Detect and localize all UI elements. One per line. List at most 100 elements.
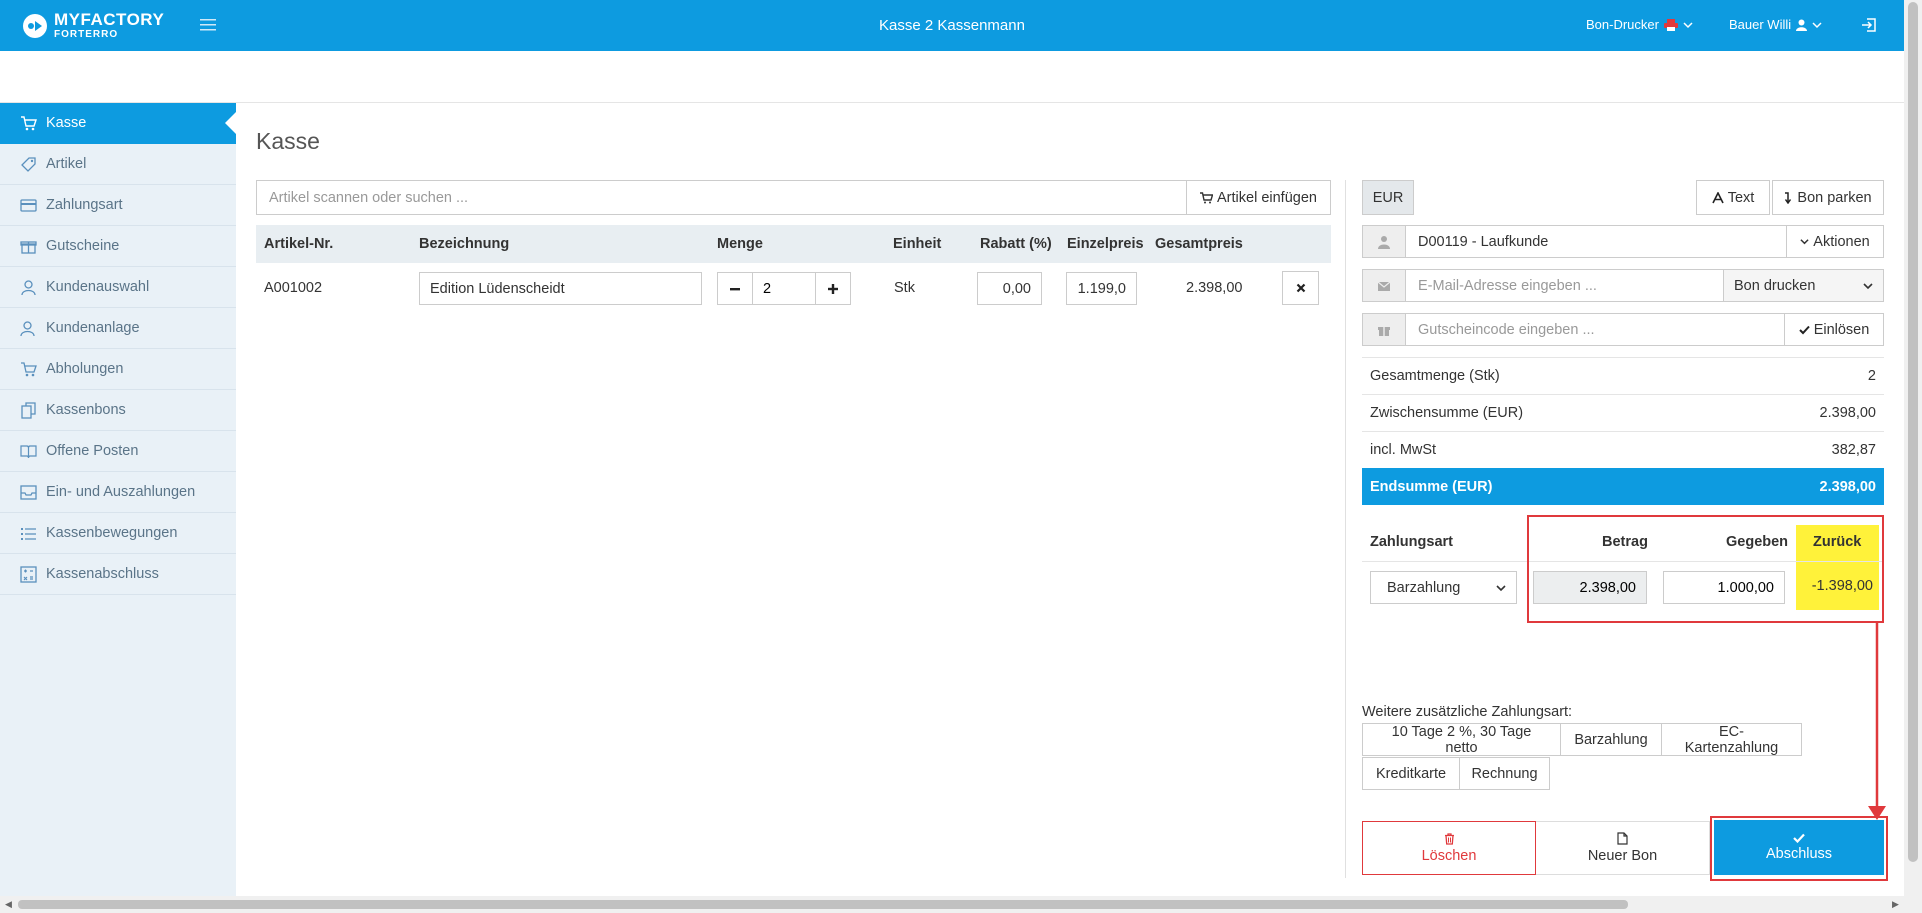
scroll-left-icon[interactable]: ◀ <box>5 899 12 910</box>
copy-icon <box>21 401 36 419</box>
given-input[interactable] <box>1663 571 1785 604</box>
vertical-scrollbar[interactable] <box>1904 0 1922 896</box>
einheit-cell: Stk <box>894 280 915 296</box>
summary-total-row: Endsumme (EUR) 2.398,00 <box>1362 468 1884 505</box>
email-addon <box>1362 269 1406 302</box>
checkout-label: Abschluss <box>1765 846 1833 862</box>
gesamtpreis-cell: 2.398,00 <box>1186 280 1243 296</box>
app-logo[interactable]: MYFACTORY FORTERRO <box>22 11 164 40</box>
insert-article-label: Artikel einfügen <box>1217 189 1317 206</box>
summary-total-label: Endsumme (EUR) <box>1370 478 1493 495</box>
check-icon <box>1793 833 1805 843</box>
sidebar-item-label: Artikel <box>46 156 87 172</box>
summary-qty-label: Gesamtmenge (Stk) <box>1370 368 1500 384</box>
summary-subtotal-label: Zwischensumme (EUR) <box>1370 405 1524 421</box>
logo-icon <box>23 13 47 38</box>
top-bar: MYFACTORY FORTERRO Kasse 2 Kassenmann Bo… <box>0 0 1904 51</box>
text-button[interactable]: Text <box>1696 180 1770 215</box>
col-rabatt: Rabatt (%) <box>980 236 1052 252</box>
user-menu[interactable]: Bauer Willi <box>1729 17 1822 32</box>
redeem-button[interactable]: Einlösen <box>1785 313 1884 346</box>
printer-label: Bon-Drucker <box>1586 17 1659 32</box>
sidebar-item-kundenanlage[interactable]: Kundenanlage <box>0 308 236 349</box>
printer-icon <box>1663 18 1678 31</box>
sidebar-item-abholungen[interactable]: Abholungen <box>0 349 236 390</box>
annotation-arrow <box>1868 623 1886 820</box>
col-artikel-nr: Artikel-Nr. <box>264 236 334 252</box>
summary-subtotal-row: Zwischensumme (EUR) 2.398,00 <box>1362 394 1884 431</box>
table-row: A001002 Stk 2.398,00 <box>256 263 1331 313</box>
sidebar-item-kasse[interactable]: Kasse <box>0 103 236 144</box>
bezeichnung-input[interactable] <box>419 272 702 305</box>
new-receipt-label: Neuer Bon <box>1587 848 1658 864</box>
sidebar-item-label: Kassenabschluss <box>46 566 159 582</box>
checkout-button[interactable]: Abschluss <box>1714 820 1884 875</box>
logout-icon[interactable] <box>1861 17 1877 33</box>
sidebar-item-artikel[interactable]: Artikel <box>0 144 236 185</box>
sidebar-item-label: Kundenanlage <box>46 320 140 336</box>
insert-article-button[interactable]: Artikel einfügen <box>1186 180 1331 215</box>
customer-input[interactable] <box>1406 225 1787 258</box>
horizontal-scrollbar[interactable]: ◀ ▶ <box>0 896 1922 913</box>
payment-method-rechnung[interactable]: Rechnung <box>1459 757 1550 790</box>
col-einheit: Einheit <box>893 236 942 252</box>
quantity-decrease-button[interactable] <box>717 272 753 305</box>
sidebar-item-offene-posten[interactable]: Offene Posten <box>0 431 236 472</box>
sidebar-item-kassenabschluss[interactable]: Kassenabschluss <box>0 554 236 595</box>
col-gesamtpreis: Gesamtpreis <box>1155 236 1243 252</box>
font-icon <box>1711 191 1724 203</box>
payment-method-ec-karte[interactable]: EC-Kartenzahlung <box>1661 723 1802 756</box>
currency-button[interactable]: EUR <box>1362 180 1414 215</box>
payment-type-select[interactable]: Barzahlung <box>1370 571 1517 604</box>
chevron-down-icon <box>1800 239 1809 245</box>
print-select[interactable]: Bon drucken <box>1724 269 1884 302</box>
redeem-label: Einlösen <box>1813 321 1870 338</box>
text-button-label: Text <box>1727 189 1755 206</box>
sidebar-item-kassenbewegungen[interactable]: Kassenbewegungen <box>0 513 236 554</box>
col-gegeben: Gegeben <box>1726 534 1789 550</box>
sidebar: Kasse Artikel Zahlungsart Gutscheine Kun… <box>0 103 236 896</box>
amount-input[interactable] <box>1533 571 1647 604</box>
sidebar-item-kundenauswahl[interactable]: Kundenauswahl <box>0 267 236 308</box>
delete-button[interactable]: Löschen <box>1362 821 1536 875</box>
article-search-input[interactable] <box>256 180 1186 215</box>
gift-icon <box>1378 326 1390 336</box>
park-receipt-button[interactable]: Bon parken <box>1772 180 1884 215</box>
sidebar-item-label: Kundenauswahl <box>46 279 150 295</box>
page-title: Kasse <box>256 128 320 154</box>
level-down-icon <box>1785 191 1792 204</box>
summary-subtotal-value: 2.398,00 <box>1819 405 1876 421</box>
gift-icon <box>20 240 37 254</box>
chevron-down-icon <box>1863 282 1873 289</box>
payment-method-kreditkarte[interactable]: Kreditkarte <box>1362 757 1460 790</box>
chevron-down-icon <box>1683 21 1693 28</box>
print-select-label: Bon drucken <box>1734 277 1816 294</box>
sidebar-item-label: Zahlungsart <box>46 197 123 213</box>
minus-icon <box>730 287 740 290</box>
sidebar-item-label: Gutscheine <box>46 238 120 254</box>
email-input[interactable] <box>1406 269 1724 302</box>
einzelpreis-input[interactable] <box>1066 272 1137 305</box>
menu-toggle-icon[interactable] <box>200 17 216 33</box>
cart-icon <box>21 115 37 130</box>
article-search-group: Artikel einfügen <box>256 180 1331 215</box>
sidebar-item-ein-auszahlungen[interactable]: Ein- und Auszahlungen <box>0 472 236 513</box>
printer-menu[interactable]: Bon-Drucker <box>1586 17 1693 32</box>
quantity-increase-button[interactable] <box>815 272 851 305</box>
quantity-input[interactable] <box>753 272 815 305</box>
scroll-right-icon[interactable]: ▶ <box>1892 899 1899 910</box>
app-title: Kasse 2 Kassenmann <box>879 17 1025 34</box>
sidebar-item-zahlungsart[interactable]: Zahlungsart <box>0 185 236 226</box>
actions-button[interactable]: Aktionen <box>1787 225 1884 258</box>
payment-method-barzahlung[interactable]: Barzahlung <box>1560 723 1662 756</box>
rabatt-input[interactable] <box>977 272 1042 305</box>
voucher-group: Einlösen <box>1362 313 1884 346</box>
voucher-input[interactable] <box>1406 313 1785 346</box>
sidebar-item-kassenbons[interactable]: Kassenbons <box>0 390 236 431</box>
new-receipt-button[interactable]: Neuer Bon <box>1536 821 1710 875</box>
payment-method-skonto[interactable]: 10 Tage 2 %, 30 Tage netto <box>1362 723 1561 756</box>
remove-row-button[interactable] <box>1282 271 1319 305</box>
sidebar-item-gutscheine[interactable]: Gutscheine <box>0 226 236 267</box>
inbox-icon <box>20 484 37 500</box>
user-icon <box>1796 19 1808 31</box>
